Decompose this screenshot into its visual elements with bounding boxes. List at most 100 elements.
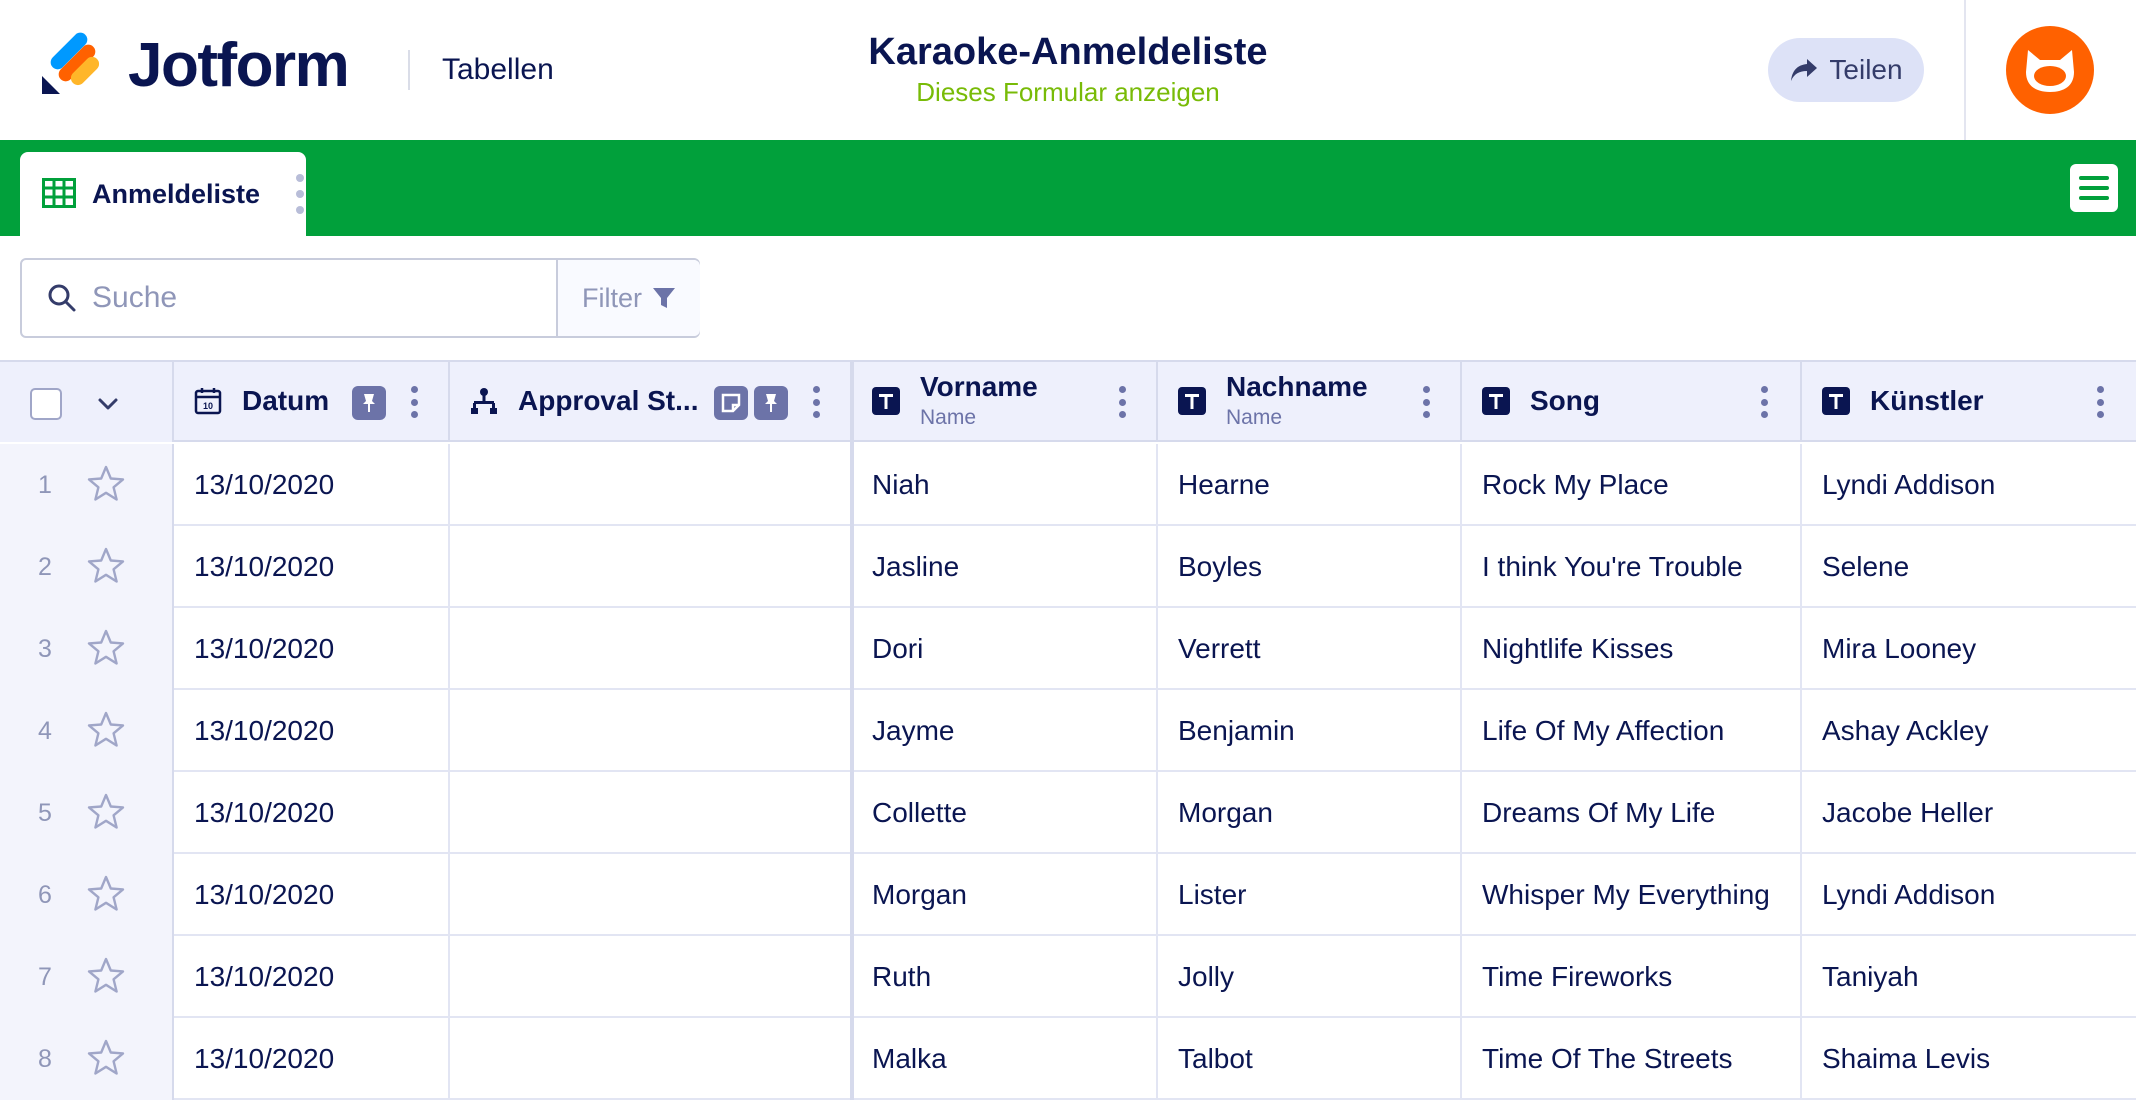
avatar-cat-icon: [2026, 50, 2074, 92]
cell-datum[interactable]: 13/10/2020: [174, 772, 450, 854]
table-row[interactable]: 6 13/10/2020 Morgan Lister Whisper My Everyt…: [0, 854, 2136, 936]
cell-song[interactable]: Rock My Place: [1462, 444, 1802, 526]
search-input[interactable]: [92, 270, 562, 326]
note-icon[interactable]: [714, 386, 748, 420]
star-icon[interactable]: [86, 710, 126, 750]
cell-song[interactable]: Life Of My Affection: [1462, 690, 1802, 772]
table-row[interactable]: 8 13/10/2020 Malka Talbot Time Of The Street…: [0, 1018, 2136, 1100]
cell-approval[interactable]: [450, 608, 852, 690]
cell-kuenstler[interactable]: Jacobe Heller: [1802, 772, 2136, 854]
cell-nachname[interactable]: Lister: [1158, 854, 1462, 936]
cell-nachname[interactable]: Verrett: [1158, 608, 1462, 690]
cell-datum[interactable]: 13/10/2020: [174, 444, 450, 526]
cell-kuenstler[interactable]: Selene: [1802, 526, 2136, 608]
cell-nachname[interactable]: Talbot: [1158, 1018, 1462, 1100]
column-header-nachname[interactable]: Nachname Name: [1158, 362, 1462, 442]
select-all-checkbox[interactable]: [30, 388, 62, 420]
cell-song[interactable]: I think You're Trouble: [1462, 526, 1802, 608]
cell-vorname[interactable]: Collette: [852, 772, 1158, 854]
hamburger-menu-icon[interactable]: [2070, 164, 2118, 212]
column-options-icon[interactable]: [1420, 386, 1432, 418]
frozen-column-divider[interactable]: [850, 362, 854, 1100]
cell-nachname[interactable]: Jolly: [1158, 936, 1462, 1018]
cell-kuenstler[interactable]: Lyndi Addison: [1802, 854, 2136, 936]
cell-datum[interactable]: 13/10/2020: [174, 1018, 450, 1100]
cell-song[interactable]: Time Fireworks: [1462, 936, 1802, 1018]
cell-nachname[interactable]: Benjamin: [1158, 690, 1462, 772]
column-header-song[interactable]: Song: [1462, 362, 1802, 442]
cell-datum[interactable]: 13/10/2020: [174, 854, 450, 936]
star-icon[interactable]: [86, 464, 126, 504]
share-label: Teilen: [1829, 54, 1903, 85]
column-options-icon[interactable]: [1758, 386, 1770, 418]
cell-kuenstler[interactable]: Taniyah: [1802, 936, 2136, 1018]
cell-approval[interactable]: [450, 854, 852, 936]
star-icon[interactable]: [86, 546, 126, 586]
cell-datum[interactable]: 13/10/2020: [174, 690, 450, 772]
cell-song[interactable]: Nightlife Kisses: [1462, 608, 1802, 690]
brand-name[interactable]: Jotform: [128, 26, 350, 106]
cell-approval[interactable]: [450, 690, 852, 772]
column-options-icon[interactable]: [408, 386, 420, 418]
tab-options-icon[interactable]: [294, 174, 306, 214]
cell-vorname[interactable]: Malka: [852, 1018, 1158, 1100]
tab-anmeldeliste[interactable]: Anmeldeliste: [20, 152, 306, 236]
cell-song[interactable]: Whisper My Everything: [1462, 854, 1802, 936]
table-row[interactable]: 5 13/10/2020 Collette Morgan Dreams Of My Li…: [0, 772, 2136, 854]
table-row[interactable]: 7 13/10/2020 Ruth Jolly Time Fireworks Taniya…: [0, 936, 2136, 1018]
cell-approval[interactable]: [450, 444, 852, 526]
cell-nachname[interactable]: Boyles: [1158, 526, 1462, 608]
cell-datum[interactable]: 13/10/2020: [174, 526, 450, 608]
table-row[interactable]: 3 13/10/2020 Dori Verrett Nightlife Kisses Mi…: [0, 608, 2136, 690]
cell-kuenstler[interactable]: Mira Looney: [1802, 608, 2136, 690]
star-icon[interactable]: [86, 874, 126, 914]
star-icon[interactable]: [86, 628, 126, 668]
cell-nachname[interactable]: Hearne: [1158, 444, 1462, 526]
row-header: 5: [0, 772, 174, 854]
table-row[interactable]: 2 13/10/2020 Jasline Boyles I think You're T…: [0, 526, 2136, 608]
column-options-icon[interactable]: [810, 386, 822, 418]
table-row[interactable]: 4 13/10/2020 Jayme Benjamin Life Of My Affec…: [0, 690, 2136, 772]
cell-approval[interactable]: [450, 1018, 852, 1100]
cell-song[interactable]: Dreams Of My Life: [1462, 772, 1802, 854]
pin-icon[interactable]: [352, 386, 386, 420]
star-icon[interactable]: [86, 792, 126, 832]
cell-vorname[interactable]: Morgan: [852, 854, 1158, 936]
cell-kuenstler[interactable]: Lyndi Addison: [1802, 444, 2136, 526]
star-icon[interactable]: [86, 956, 126, 996]
cell-nachname[interactable]: Morgan: [1158, 772, 1462, 854]
cell-approval[interactable]: [450, 772, 852, 854]
cell-vorname[interactable]: Ruth: [852, 936, 1158, 1018]
cell-datum[interactable]: 13/10/2020: [174, 936, 450, 1018]
share-button[interactable]: Teilen: [1768, 38, 1924, 102]
cell-vorname[interactable]: Niah: [852, 444, 1158, 526]
row-number: 4: [38, 717, 52, 745]
column-header-vorname[interactable]: Vorname Name: [852, 362, 1158, 442]
filter-button[interactable]: Filter: [556, 260, 700, 336]
column-options-icon[interactable]: [2094, 386, 2106, 418]
section-label[interactable]: Tabellen: [442, 52, 554, 88]
column-header-kuenstler[interactable]: Künstler: [1802, 362, 2136, 442]
cell-approval[interactable]: [450, 526, 852, 608]
column-header-approval[interactable]: Approval St...: [450, 362, 852, 442]
jotform-logo-icon[interactable]: [40, 32, 104, 96]
pin-icon[interactable]: [754, 386, 788, 420]
cell-kuenstler[interactable]: Ashay Ackley: [1802, 690, 2136, 772]
cell-vorname[interactable]: Jayme: [852, 690, 1158, 772]
approval-flow-icon: [471, 388, 497, 414]
filter-label: Filter: [582, 282, 642, 313]
table-row[interactable]: 1 13/10/2020 Niah Hearne Rock My Place Lyndi …: [0, 444, 2136, 526]
cell-song[interactable]: Time Of The Streets: [1462, 1018, 1802, 1100]
cell-datum[interactable]: 13/10/2020: [174, 608, 450, 690]
star-icon[interactable]: [86, 1038, 126, 1078]
column-header-datum[interactable]: 10 Datum: [174, 362, 450, 442]
cell-kuenstler[interactable]: Shaima Levis: [1802, 1018, 2136, 1100]
user-avatar[interactable]: [2006, 26, 2094, 114]
column-options-icon[interactable]: [1116, 386, 1128, 418]
row-header: 7: [0, 936, 174, 1018]
chevron-down-icon[interactable]: [94, 390, 122, 418]
cell-approval[interactable]: [450, 936, 852, 1018]
cell-vorname[interactable]: Jasline: [852, 526, 1158, 608]
view-form-link[interactable]: Dieses Formular anzeigen: [908, 76, 1228, 108]
cell-vorname[interactable]: Dori: [852, 608, 1158, 690]
